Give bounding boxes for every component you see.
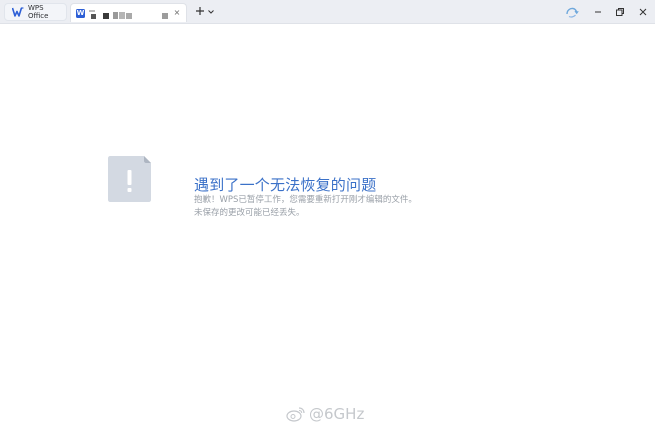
new-tab-button[interactable] — [194, 5, 206, 17]
error-document-icon — [108, 156, 151, 202]
restore-button[interactable] — [612, 4, 628, 20]
weibo-icon — [286, 407, 305, 422]
redacted-filename — [91, 14, 96, 19]
cloud-sync-icon[interactable] — [565, 5, 579, 19]
minimize-button[interactable] — [590, 4, 606, 20]
error-message-line-1: 抱歉！WPS已暂停工作，您需要重新打开刚才编辑的文件。 — [194, 195, 417, 205]
redacted-filename — [126, 13, 132, 19]
redacted-filename — [113, 12, 118, 19]
home-tab-label: WPS Office — [27, 4, 49, 20]
title-bar: WPS Office W × — [0, 0, 655, 24]
error-message-line-2: 未保存的更改可能已经丢失。 — [194, 207, 305, 218]
redacted-filename — [119, 12, 125, 19]
error-message: 抱歉！WPS已暂停工作，您需要重新打开刚才编辑的文件。 未保存的更改可能已经丢失… — [194, 194, 417, 219]
close-window-button[interactable] — [635, 4, 651, 20]
close-icon — [639, 8, 647, 16]
close-tab-icon[interactable]: × — [172, 7, 182, 17]
tab-wps-office-home[interactable]: WPS Office — [4, 3, 67, 21]
error-title: 遇到了一个无法恢复的问题 — [194, 176, 377, 194]
redacted-filename — [89, 10, 95, 12]
weibo-watermark: @6GHz — [286, 405, 364, 423]
tab-document[interactable]: W × — [70, 3, 187, 22]
plus-icon — [196, 7, 204, 15]
word-document-icon: W — [76, 8, 85, 18]
redacted-filename — [162, 13, 168, 19]
minimize-icon — [595, 11, 601, 13]
wps-logo-icon — [12, 7, 24, 17]
redacted-filename — [103, 13, 109, 19]
watermark-text: @6GHz — [309, 405, 365, 423]
restore-icon — [616, 8, 624, 16]
chevron-down-icon[interactable] — [207, 8, 215, 16]
